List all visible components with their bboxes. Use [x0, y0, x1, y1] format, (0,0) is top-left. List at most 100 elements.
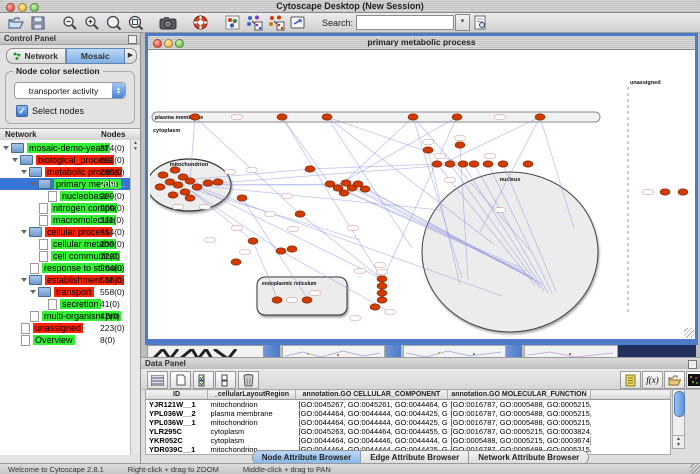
- table-cell[interactable]: [GO:0044464, GO:0044444, GO:0044425, G…: [296, 409, 448, 418]
- network-graph[interactable]: plasma membranecytoplasmmitochondrionnuc…: [150, 50, 694, 339]
- tree-row[interactable]: secretion41(0): [0, 298, 132, 310]
- tree-expand-arrow[interactable]: [30, 182, 36, 186]
- tree-row[interactable]: macromolecule311(0): [0, 214, 132, 226]
- apply-layout-alt-icon[interactable]: [266, 14, 286, 31]
- table-cell[interactable]: [591, 409, 671, 418]
- network-node[interactable]: [377, 290, 387, 296]
- zoom-in-icon[interactable]: [82, 14, 102, 31]
- tree-row[interactable]: establishment of lo558(0): [0, 274, 132, 286]
- save-session-button[interactable]: [28, 14, 48, 31]
- table-cell[interactable]: [GO:0016787, GO:0005215, GO:0003824, G…: [448, 427, 591, 436]
- tree-row[interactable]: cellular metabo209(0): [0, 238, 132, 250]
- column-header[interactable]: [591, 390, 671, 400]
- zoom-out-icon[interactable]: [60, 14, 80, 31]
- column-header[interactable]: annotation.GO CELLULAR_COMPONENT: [296, 390, 448, 400]
- network-node[interactable]: [377, 276, 387, 282]
- tree-expand-arrow[interactable]: [30, 290, 36, 294]
- tree-row[interactable]: multi-organism pro42(0): [0, 310, 132, 322]
- table-cell[interactable]: [591, 436, 671, 445]
- float-panel-icon[interactable]: [688, 360, 697, 369]
- tree-row[interactable]: cell communicat22(0): [0, 250, 132, 262]
- table-cell[interactable]: [GO:0045263, GO:0044464, GO:0044455, G…: [296, 427, 448, 436]
- network-node[interactable]: [678, 189, 688, 195]
- tree-expand-arrow[interactable]: [12, 158, 18, 162]
- attribute-table-header-row[interactable]: ID_cellularLayoutRegionannotation.GO CEL…: [146, 390, 671, 400]
- attribute-table-icon[interactable]: [147, 371, 168, 389]
- open-session-button[interactable]: [6, 14, 26, 31]
- canvas-resize-grip[interactable]: [684, 328, 694, 338]
- tree-expand-arrow[interactable]: [21, 230, 27, 234]
- network-node[interactable]: [423, 147, 433, 153]
- zoom-fit-icon[interactable]: [104, 14, 124, 31]
- network-node[interactable]: [322, 114, 332, 120]
- network-node[interactable]: [432, 161, 442, 167]
- window-resize-grip[interactable]: [690, 464, 700, 474]
- tab-network[interactable]: Network: [6, 48, 66, 64]
- table-cell[interactable]: [591, 418, 671, 427]
- new-attribute-icon[interactable]: [170, 371, 191, 389]
- tree-row[interactable]: Overview8(0): [0, 334, 132, 346]
- network-node[interactable]: [155, 184, 165, 190]
- table-cell[interactable]: [GO:0044464, GO:0044444, GO:0044425, G…: [296, 418, 448, 427]
- network-node[interactable]: [190, 114, 200, 120]
- scrollbar-arrows[interactable]: ▲▼: [673, 435, 684, 448]
- table-row[interactable]: YLR295Ccytoplasm[GO:0045263, GO:0044464,…: [146, 427, 671, 436]
- tree-row[interactable]: primary metabo209(…: [0, 178, 132, 190]
- network-node[interactable]: [339, 190, 349, 196]
- tree-expand-arrow[interactable]: [21, 278, 27, 282]
- delete-attribute-trash-icon[interactable]: [238, 371, 259, 389]
- tree-row[interactable]: biological_process651(0): [0, 154, 132, 166]
- table-cell[interactable]: plasma membrane: [208, 409, 296, 418]
- table-row[interactable]: YKR052Ccytoplasm[GO:0044464, GO:0044446,…: [146, 436, 671, 445]
- network-node[interactable]: [445, 161, 455, 167]
- table-cell[interactable]: YPL036W__2: [146, 409, 208, 418]
- network-node[interactable]: [248, 238, 258, 244]
- unselect-attributes-icon[interactable]: [215, 371, 236, 389]
- tree-scrollbar[interactable]: ▲▼: [130, 140, 140, 455]
- column-header[interactable]: annotation.GO MOLECULAR_FUNCTION: [448, 390, 591, 400]
- network-tree[interactable]: mosaic-demo-yeast874(0)biological_proces…: [0, 140, 132, 455]
- table-row[interactable]: YJR121W__1mitochondrion[GO:0045267, GO:0…: [146, 400, 671, 410]
- network-window-titlebar[interactable]: primary metabolic process: [148, 36, 695, 50]
- float-panel-icon[interactable]: [128, 35, 137, 44]
- network-node[interactable]: [203, 180, 213, 186]
- background-window-edge[interactable]: [385, 345, 401, 357]
- background-window-edge[interactable]: [506, 345, 522, 357]
- tree-row[interactable]: transport558(0): [0, 286, 132, 298]
- tab-overflow-arrow[interactable]: ▶: [125, 48, 137, 64]
- matrix-view-icon[interactable]: [686, 371, 700, 389]
- table-cell[interactable]: cytoplasm: [208, 427, 296, 436]
- network-node[interactable]: [535, 114, 545, 120]
- zoom-selected-region-icon[interactable]: [126, 14, 146, 31]
- notes-icon[interactable]: [620, 371, 641, 389]
- network-node[interactable]: [660, 189, 670, 195]
- select-nodes-checkbox[interactable]: ✓: [16, 105, 28, 117]
- table-cell[interactable]: mitochondrion: [208, 400, 296, 410]
- network-view-window[interactable]: primary metabolic process plasma membran…: [145, 33, 698, 345]
- column-header[interactable]: _cellularLayoutRegion: [208, 390, 296, 400]
- node-color-dropdown[interactable]: transporter activity ▲▼: [14, 82, 126, 99]
- table-cell[interactable]: [591, 427, 671, 436]
- apply-layout-icon[interactable]: [244, 14, 264, 31]
- network-node[interactable]: [173, 182, 183, 188]
- table-cell[interactable]: [GO:0016787, GO:0005488, GO:0005215, G…: [448, 400, 591, 410]
- search-input[interactable]: [356, 15, 454, 30]
- select-attributes-icon[interactable]: [193, 371, 214, 389]
- import-folder-icon[interactable]: [664, 371, 685, 389]
- network-node[interactable]: [192, 184, 202, 190]
- table-row[interactable]: YPL036W__2plasma membrane[GO:0044464, GO…: [146, 409, 671, 418]
- network-node[interactable]: [237, 195, 247, 201]
- table-cell[interactable]: [GO:0045267, GO:0045261, GO:0044464, G…: [296, 400, 448, 410]
- table-cell[interactable]: YLR295C: [146, 427, 208, 436]
- help-lifebuoy-icon[interactable]: [190, 14, 210, 31]
- tree-row[interactable]: nitrogen compo209(0): [0, 202, 132, 214]
- network-node[interactable]: [360, 186, 370, 192]
- tab-mosaic[interactable]: Mosaic: [66, 48, 126, 64]
- tree-row[interactable]: nucleobase-209(0): [0, 190, 132, 202]
- network-node[interactable]: [377, 283, 387, 289]
- network-node[interactable]: [287, 246, 297, 252]
- advanced-search-icon[interactable]: [470, 14, 490, 31]
- network-node[interactable]: [276, 248, 286, 254]
- network-node[interactable]: [455, 142, 465, 148]
- network-node[interactable]: [168, 192, 178, 198]
